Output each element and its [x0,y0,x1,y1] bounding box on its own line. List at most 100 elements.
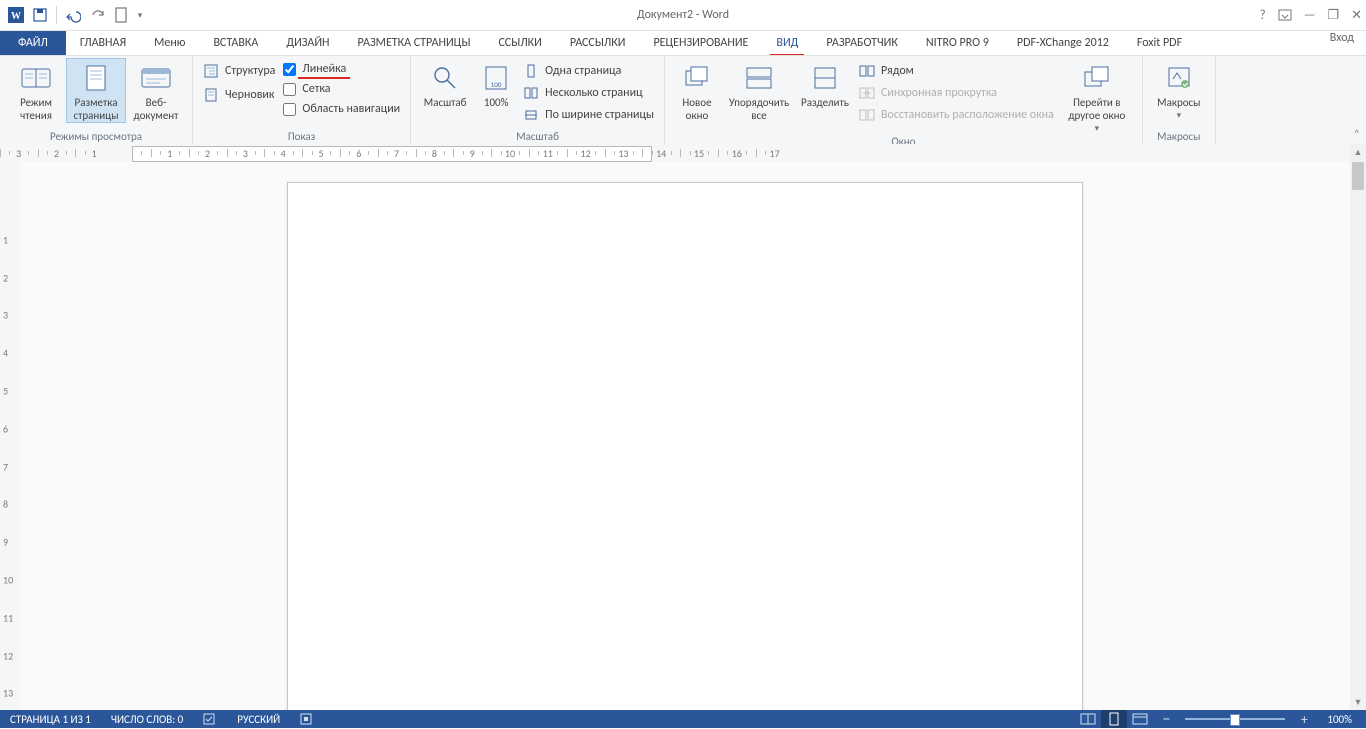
web-layout-label: Веб-документ [128,96,184,122]
zoom-out-button[interactable]: − [1153,710,1179,728]
split-icon [809,62,841,94]
ribbon: Режим чтения Разметка страницы Веб-докум… [0,55,1366,147]
read-mode-view-icon[interactable] [1075,710,1101,728]
tab-view[interactable]: ВИД [762,31,812,55]
app-icon[interactable]: W [4,3,28,27]
window-controls: ? — ❐ ✕ [1260,8,1362,23]
arrange-all-button[interactable]: Упорядочить все [723,58,795,122]
nav-pane-checkbox[interactable]: Область навигации [283,102,400,116]
page-count[interactable]: СТРАНИЦА 1 ИЗ 1 [0,713,101,726]
tab-foxit[interactable]: Foxit PDF [1123,31,1196,55]
maximize-icon[interactable]: ❐ [1327,8,1339,23]
svg-text:100: 100 [491,80,502,89]
ribbon-tabs: ФАЙЛ ГЛАВНАЯ Меню ВСТАВКА ДИЗАЙН РАЗМЕТК… [0,31,1366,55]
ruler-label: Линейка [302,62,346,76]
web-layout-icon [140,62,172,94]
help-icon[interactable]: ? [1260,8,1266,23]
zoom-icon [429,62,461,94]
tab-developer[interactable]: РАЗРАБОТЧИК [812,31,911,55]
print-layout-label: Разметка страницы [68,96,124,122]
gridlines-checkbox[interactable]: Сетка [283,82,400,96]
tab-nitro[interactable]: NITRO PRO 9 [912,31,1003,55]
multi-page-button[interactable]: Несколько страниц [523,84,654,102]
web-layout-view-icon[interactable] [1127,710,1153,728]
page[interactable] [287,182,1083,710]
split-button[interactable]: Разделить [795,58,855,109]
zoom-level[interactable]: 100% [1317,713,1366,726]
ruler-checkbox-input[interactable] [283,63,296,76]
zoom-button[interactable]: Масштаб [417,58,473,109]
macro-record-icon[interactable] [290,713,322,725]
document-title: Документ2 - Word [0,8,1366,22]
horizontal-ruler[interactable]: 3211234567891011121314151617 [0,144,1350,163]
tab-design[interactable]: ДИЗАЙН [272,31,343,55]
page-width-button[interactable]: По ширине страницы [523,106,654,124]
group-views: Режим чтения Разметка страницы Веб-докум… [0,56,193,146]
vertical-scrollbar[interactable]: ▲ ▼ [1350,144,1366,710]
one-page-icon [523,63,539,79]
tab-layout[interactable]: РАЗМЕТКА СТРАНИЦЫ [344,31,485,55]
minimize-icon[interactable]: — [1304,8,1316,23]
workspace: L 3211234567891011121314151617 123456789… [0,144,1366,710]
draft-icon [203,87,219,103]
tab-insert[interactable]: ВСТАВКА [199,31,272,55]
side-by-side-icon [859,63,875,79]
new-window-icon [681,62,713,94]
redo-icon[interactable] [85,3,109,27]
group-window: Новое окно Упорядочить все Разделить Ряд… [665,56,1143,146]
switch-windows-button[interactable]: Перейти в другое окно▾ [1058,58,1136,135]
outline-button[interactable]: Структура [203,62,275,80]
scrollbar-thumb[interactable] [1352,162,1364,190]
switch-windows-icon [1081,62,1113,94]
page-width-icon [523,107,539,123]
zoom-100-button[interactable]: 100 100% [473,58,519,109]
tab-home[interactable]: ГЛАВНАЯ [66,31,140,55]
scroll-up-icon[interactable]: ▲ [1350,144,1366,160]
zoom-slider[interactable] [1185,718,1285,720]
tab-pdfxchange[interactable]: PDF-XChange 2012 [1003,31,1123,55]
tab-references[interactable]: ССЫЛКИ [484,31,555,55]
tab-file[interactable]: ФАЙЛ [0,31,66,55]
language[interactable]: РУССКИЙ [227,713,290,726]
print-layout-button[interactable]: Разметка страницы [66,58,126,123]
ruler-checkbox[interactable]: Линейка [283,62,400,76]
macros-button[interactable]: Макросы▾ [1149,58,1209,122]
new-doc-icon[interactable] [109,3,133,27]
web-layout-button[interactable]: Веб-документ [126,58,186,122]
reset-position-button: Восстановить расположение окна [859,106,1054,124]
multi-page-icon [523,85,539,101]
arrange-all-icon [743,62,775,94]
read-mode-button[interactable]: Режим чтения [6,58,66,122]
outline-icon [203,63,219,79]
tab-mailings[interactable]: РАССЫЛКИ [556,31,640,55]
ribbon-display-icon[interactable] [1278,9,1292,21]
proofing-icon[interactable] [193,713,227,725]
document-canvas[interactable] [20,162,1350,710]
nav-pane-checkbox-input[interactable] [283,103,296,116]
zoom-in-button[interactable]: + [1291,710,1317,728]
macros-icon [1163,62,1195,94]
gridlines-checkbox-input[interactable] [283,83,296,96]
undo-icon[interactable] [61,3,85,27]
svg-text:W: W [11,11,21,22]
tab-menu[interactable]: Меню [140,31,199,55]
zoom-slider-knob[interactable] [1230,714,1240,726]
draft-button[interactable]: Черновик [203,86,275,104]
save-icon[interactable] [28,3,52,27]
close-icon[interactable]: ✕ [1351,8,1362,23]
new-window-button[interactable]: Новое окно [671,58,723,122]
side-by-side-button[interactable]: Рядом [859,62,1054,80]
scroll-down-icon[interactable]: ▼ [1350,694,1366,710]
collapse-ribbon-icon[interactable]: ˄ [1354,128,1360,142]
qat-customize-icon[interactable]: ▾ [133,3,147,27]
tab-review[interactable]: РЕЦЕНЗИРОВАНИЕ [639,31,762,55]
one-page-button[interactable]: Одна страница [523,62,654,80]
print-layout-view-icon[interactable] [1101,710,1127,728]
print-layout-icon [80,62,112,94]
signin-link[interactable]: Вход [1318,31,1366,55]
sync-scroll-icon [859,85,875,101]
quick-access-toolbar: W ▾ [0,3,147,27]
reset-position-icon [859,107,875,123]
word-count[interactable]: ЧИСЛО СЛОВ: 0 [101,713,193,726]
vertical-ruler[interactable]: 12345678910111213 [0,162,21,710]
